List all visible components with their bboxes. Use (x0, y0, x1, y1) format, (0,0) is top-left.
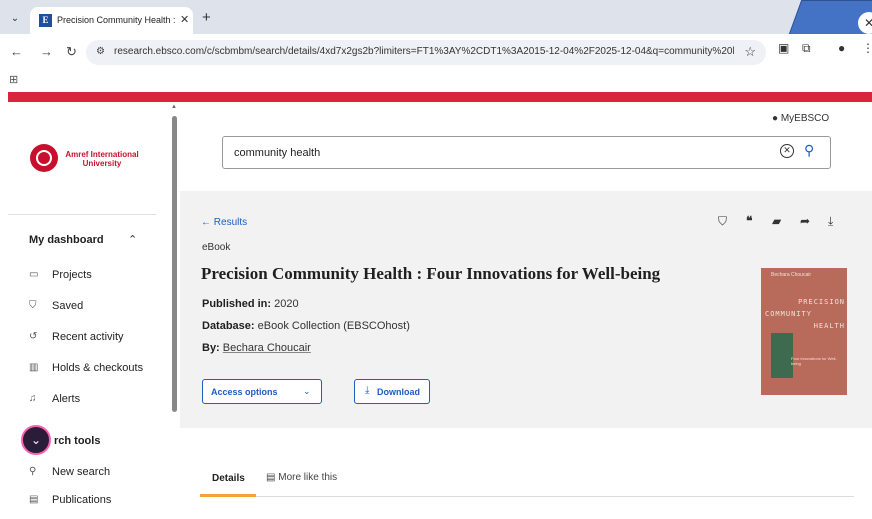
account-icon: ● (772, 113, 779, 124)
tab-close-icon[interactable]: ✕ (180, 13, 189, 26)
history-icon: ↺ (29, 331, 38, 342)
arrow-left-icon: ← (201, 217, 211, 228)
bookmark-icon[interactable]: ⛉ (718, 214, 727, 229)
cover-subtitle: Four Innovations for Well-being (791, 356, 837, 366)
cover-title-line: PRECISION (798, 298, 845, 306)
floating-chevron-button[interactable]: ⌄ (21, 425, 51, 455)
search-icon: ⚲ (29, 466, 37, 477)
books-icon: ▥ (29, 362, 39, 373)
sidebar-item-label: Publications (52, 494, 112, 506)
browser-menu-icon[interactable]: ⋮ (862, 41, 872, 55)
cover-author: Bechara Choucair (771, 272, 812, 278)
profile-avatar-icon[interactable]: ● (838, 41, 845, 55)
forward-icon[interactable]: → (40, 44, 53, 59)
record-type: eBook (202, 242, 231, 253)
bookmark-star-icon[interactable]: ☆ (744, 44, 756, 60)
add-to-folder-icon[interactable]: ▰ (772, 214, 781, 228)
access-options-label: Access options (211, 387, 278, 397)
database-value: eBook Collection (EBSCOhost) (257, 320, 410, 332)
clear-search-icon[interactable]: ✕ (780, 144, 794, 158)
tab-search-menu-icon[interactable]: ⌄ (6, 10, 24, 28)
sidebar-item-label: Projects (52, 269, 92, 281)
chevron-down-icon: ⌄ (31, 433, 42, 447)
document-icon: ▤ (29, 494, 39, 505)
cover-illustration (771, 333, 793, 378)
download-icon: ⤓ (365, 385, 370, 396)
bell-icon: ♫ (29, 393, 37, 404)
chevron-up-icon[interactable]: ⌃ (128, 233, 137, 246)
cover-title-line: COMMUNITY (765, 310, 812, 318)
published-row: Published in: 2020 (202, 298, 299, 310)
logo-crest-icon (36, 150, 52, 166)
institution-name: Amref International University (65, 150, 139, 168)
results-link-label: Results (213, 217, 248, 228)
cover-title: PRECISION COMMUNITY HEALTH (765, 296, 845, 332)
sidebar-divider (8, 214, 156, 215)
search-tools-heading[interactable]: rch tools (54, 435, 100, 447)
search-input[interactable]: community health ✕ ⚲ (222, 136, 831, 169)
search-input-value[interactable]: community health (234, 147, 320, 159)
cite-quote-icon[interactable]: ❝ (746, 214, 752, 228)
download-icon[interactable]: ⤓ (828, 214, 833, 229)
tab-title: Precision Community Health : F (57, 15, 175, 25)
active-tab-indicator (200, 494, 256, 497)
sidebar-item-label: Saved (52, 300, 84, 312)
sidebar-item-label: New search (52, 466, 111, 478)
address-bar-row: ← → ↻ ⚙ research.ebsco.com/c/scbmbm/sear… (0, 34, 872, 70)
tab-label: More like this (278, 472, 338, 483)
bookmark-icon: ⛉ (29, 300, 37, 311)
university-logo[interactable] (30, 144, 58, 172)
sidebar-item-label: Holds & checkouts (52, 362, 144, 374)
author-row: By: Bechara Choucair (202, 342, 311, 354)
share-icon[interactable]: ➦ (800, 214, 810, 228)
browser-tab[interactable]: E Precision Community Health : F ✕ (30, 7, 193, 34)
tab-details[interactable]: Details (212, 473, 245, 484)
published-label: Published in: (202, 298, 272, 310)
author-link[interactable]: Bechara Choucair (223, 342, 311, 354)
ebsco-favicon-icon: E (39, 14, 52, 27)
sidebar-item-label: Recent activity (52, 331, 124, 343)
sidebar-item-label: Alerts (52, 393, 81, 405)
book-cover[interactable]: Bechara Choucair PRECISION COMMUNITY HEA… (761, 268, 847, 395)
access-options-dropdown[interactable]: Access options ⌄ (202, 379, 322, 404)
account-label: MyEBSCO (780, 113, 830, 124)
reload-icon[interactable]: ↻ (66, 44, 77, 60)
list-icon: ▤ (266, 472, 276, 483)
browser-tab-bar: ⌄ E Precision Community Health : F ✕ + (0, 0, 872, 34)
chevron-down-icon: ⌄ (303, 386, 311, 396)
url-text[interactable]: research.ebsco.com/c/scbmbm/search/detai… (114, 46, 734, 57)
new-tab-icon[interactable]: + (202, 9, 211, 26)
dashboard-heading[interactable]: My dashboard (29, 234, 104, 246)
back-icon[interactable]: ← (10, 44, 23, 59)
site-info-icon[interactable]: ⚙ (96, 46, 105, 57)
sidebar-scrollbar[interactable] (172, 116, 177, 412)
tabs-divider (200, 496, 854, 497)
extensions-puzzle-icon[interactable]: ⧉ (802, 41, 811, 56)
back-to-results-link[interactable]: ← Results (201, 217, 247, 228)
cover-title-line: HEALTH (813, 322, 845, 330)
tab-more-like-this[interactable]: ▤ More like this (266, 472, 337, 483)
myebsco-account-link[interactable]: ● MyEBSCO (772, 113, 829, 124)
database-row: Database: eBook Collection (EBSCOhost) (202, 320, 410, 332)
scroll-up-arrow-icon[interactable]: ▲ (171, 104, 177, 110)
published-value: 2020 (274, 298, 299, 310)
record-title: Precision Community Health : Four Innova… (201, 264, 661, 283)
apps-grid-icon[interactable]: ⊞ (9, 73, 18, 86)
search-submit-icon[interactable]: ⚲ (804, 142, 814, 159)
extension-icon[interactable]: ▣ (778, 41, 789, 55)
database-label: Database: (202, 320, 255, 332)
download-button[interactable]: ⤓ Download (354, 379, 430, 404)
download-label: Download (377, 387, 420, 397)
bookmarks-bar: ⊞ (0, 70, 872, 92)
folder-icon: ▭ (29, 269, 39, 280)
author-label: By: (202, 342, 220, 354)
address-bar[interactable]: ⚙ research.ebsco.com/c/scbmbm/search/det… (86, 40, 766, 65)
brand-bar (8, 92, 872, 102)
